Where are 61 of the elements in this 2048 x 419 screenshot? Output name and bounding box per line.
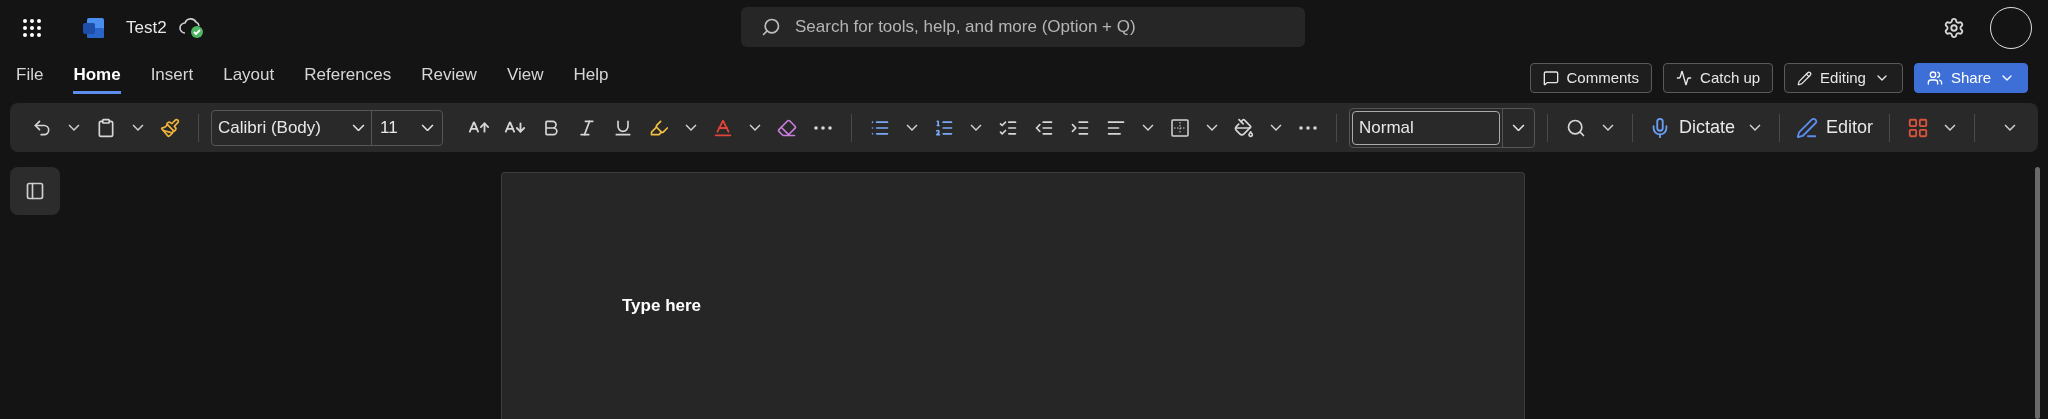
chevron-down-icon: [1944, 124, 1957, 131]
chevron-down-icon: [970, 124, 982, 131]
comment-icon: [1542, 70, 1559, 86]
ribbon-tab[interactable]: View: [506, 61, 544, 95]
settings-icon: [1943, 17, 1965, 39]
search-field[interactable]: Search for tools, help, and more (Option + Q): [741, 7, 1305, 47]
cloud-saved-icon: [178, 17, 205, 39]
share-button[interactable]: Share: [1913, 63, 2028, 93]
ribbon-tab[interactable]: Review: [421, 61, 477, 95]
pulse-icon: [1676, 70, 1693, 86]
chevron-down-icon: [1512, 123, 1525, 132]
undo-icon: [32, 117, 52, 138]
font-name-dropdown[interactable]: Calibri (Body): [212, 110, 372, 145]
scrollbar[interactable]: [2035, 167, 2040, 419]
clipboard-icon: [96, 117, 116, 138]
waffle-icon: [22, 18, 42, 38]
chevron-down-icon: [1270, 124, 1282, 131]
panel-icon: [25, 181, 45, 201]
chevron-down-icon: [1602, 124, 1614, 131]
paint-bucket-icon: [1234, 117, 1254, 138]
chevron-down-icon: [1206, 124, 1218, 131]
chevron-down-icon: [1749, 124, 1762, 131]
highlighter-icon: [649, 117, 669, 138]
borders-icon: [1170, 117, 1190, 138]
chevron-down-icon: [132, 124, 144, 131]
chevron-down-icon: [421, 123, 434, 132]
document-app-icon: [82, 16, 106, 40]
dictate-button[interactable]: Dictate: [1645, 111, 1740, 144]
chevron-down-icon: [2004, 124, 2016, 131]
pencil-icon: [1797, 70, 1813, 86]
people-icon: [1926, 70, 1943, 86]
eraser-icon: [777, 117, 797, 138]
editing-button[interactable]: Editing: [1784, 63, 1903, 93]
more-icon: [814, 125, 832, 130]
chevron-down-icon: [68, 124, 80, 131]
editor-button[interactable]: Editor: [1792, 111, 1878, 144]
chevron-down-icon: [749, 124, 761, 131]
grid-icon: [1907, 116, 1930, 139]
ribbon-tab[interactable]: Layout: [223, 61, 275, 95]
paintbrush-icon: [160, 117, 180, 138]
chevron-down-icon: [906, 124, 918, 131]
ribbon-tab[interactable]: Help: [573, 61, 609, 95]
document-text[interactable]: Type here: [622, 293, 1524, 319]
font-size-dropdown[interactable]: 11: [372, 110, 442, 145]
italic-icon: [577, 117, 597, 138]
ribbon-tab[interactable]: Home: [73, 61, 121, 95]
more-icon: [1299, 125, 1317, 130]
navigation-pane-button[interactable]: [10, 167, 60, 215]
ribbon-tab[interactable]: Insert: [150, 61, 194, 95]
style-dropdown[interactable]: Normal: [1352, 110, 1500, 145]
ribbon-tab[interactable]: File: [16, 61, 44, 95]
search-icon: [761, 17, 781, 37]
chevron-down-icon: [685, 124, 697, 131]
comments-button[interactable]: Comments: [1529, 63, 1653, 93]
chevron-down-icon: [1142, 124, 1154, 131]
document-title: Test2: [126, 17, 167, 40]
catchup-button[interactable]: Catch up: [1663, 63, 1774, 93]
ribbon-tab[interactable]: References: [304, 61, 392, 95]
chevron-down-icon: [352, 123, 365, 132]
search-icon: [1566, 117, 1586, 138]
editor-pen-icon: [1796, 116, 1819, 139]
